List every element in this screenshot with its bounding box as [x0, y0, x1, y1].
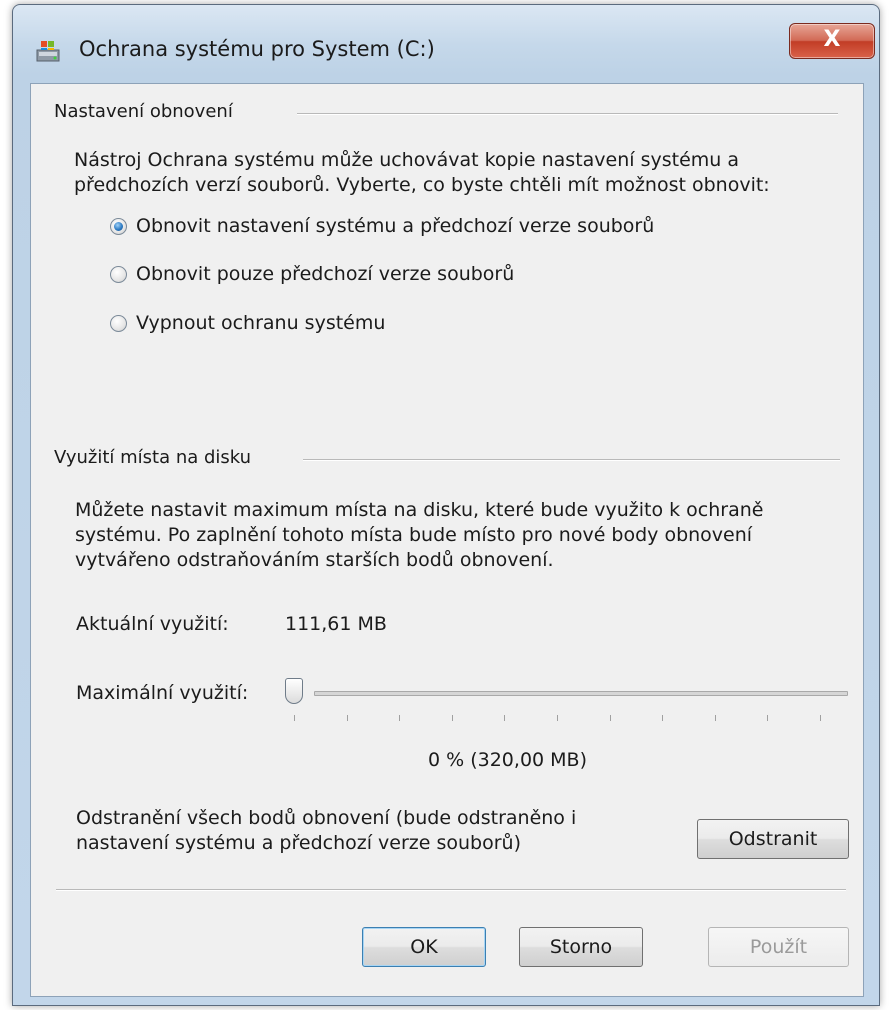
restore-settings-description: Nástroj Ochrana systému může uchovávat k…: [74, 149, 770, 196]
max-usage-slider-track[interactable]: [314, 691, 848, 696]
window-title: Ochrana systému pro System (C:): [79, 37, 435, 61]
radio-restore-files-only[interactable]: Obnovit pouze předchozí verze souborů: [110, 261, 514, 287]
slider-tick: [504, 715, 506, 721]
system-protection-icon: [36, 41, 60, 62]
restore-settings-title: Nastavení obnovení: [54, 101, 233, 122]
cancel-button[interactable]: Storno: [519, 927, 643, 967]
slider-tick: [714, 715, 716, 721]
radio-label: Obnovit nastavení systému a předchozí ve…: [136, 215, 655, 237]
slider-tick: [557, 715, 558, 721]
disk-usage-divider: [303, 459, 840, 461]
radio-label: Obnovit pouze předchozí verze souborů: [136, 263, 515, 285]
radio-label: Vypnout ochranu systému: [136, 312, 386, 334]
slider-tick: [346, 715, 348, 721]
slider-tick: [294, 715, 295, 721]
current-usage-label: Aktuální využití:: [76, 613, 229, 635]
disk-usage-description: Můžete nastavit maximum místa na disku, …: [75, 499, 764, 571]
disk-usage-title: Využití místa na disku: [54, 447, 252, 468]
apply-button[interactable]: Použít: [708, 927, 849, 967]
slider-value-text: 0 % (320,00 MB): [428, 749, 587, 771]
delete-button[interactable]: Odstranit: [697, 819, 849, 859]
current-usage-value: 111,61 MB: [285, 613, 387, 635]
delete-restore-points-text: Odstranění všech bodů obnovení (bude ods…: [76, 807, 577, 854]
slider-tick: [662, 715, 664, 721]
title-bar[interactable]: Ochrana systému pro System (C:) X: [13, 5, 879, 85]
max-usage-slider-thumb[interactable]: [285, 678, 303, 704]
slider-tick: [451, 715, 453, 721]
footer-divider: [56, 889, 846, 891]
slider-tick: [399, 715, 401, 721]
ok-button[interactable]: OK: [362, 927, 486, 967]
radio-restore-settings-and-files[interactable]: Obnovit nastavení systému a předchozí ve…: [110, 213, 654, 239]
dialog-window: Ochrana systému pro System (C:) X Nastav…: [12, 4, 880, 1006]
max-usage-label: Maximální využití:: [76, 682, 249, 704]
radio-unchecked-icon[interactable]: [110, 265, 127, 283]
restore-settings-divider: [297, 113, 838, 115]
radio-unchecked-icon[interactable]: [110, 314, 127, 332]
dialog-content: Nastavení obnovení Nástroj Ochrana systé…: [30, 83, 864, 997]
slider-tick: [820, 715, 821, 721]
radio-turn-off-protection[interactable]: Vypnout ochranu systému: [110, 310, 385, 336]
close-button[interactable]: X: [789, 23, 875, 59]
radio-checked-icon[interactable]: [110, 217, 127, 235]
slider-tick: [609, 715, 611, 721]
slider-tick: [767, 715, 769, 721]
